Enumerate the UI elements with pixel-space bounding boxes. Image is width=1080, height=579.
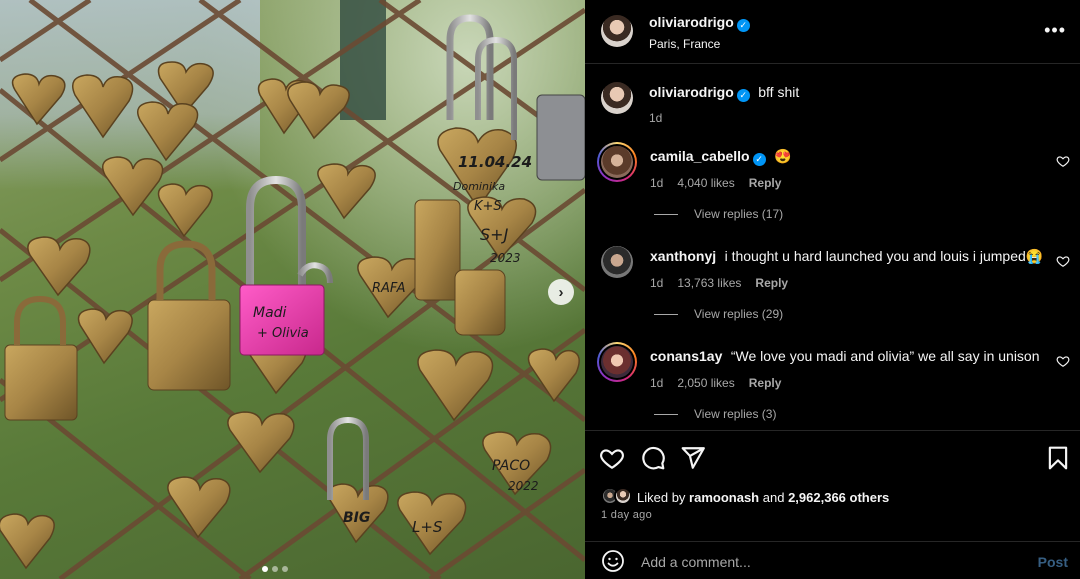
comment-icon[interactable] — [640, 445, 666, 471]
comment-text: “We love you madi and olivia” we all say… — [730, 348, 1040, 364]
comment-time: 1d — [650, 376, 664, 390]
send-icon[interactable] — [680, 445, 706, 471]
comment-likes[interactable]: 2,050 likes — [677, 376, 734, 390]
lock-text-initials-2: S+J — [480, 225, 509, 244]
lock-text-initials-1: K+S — [474, 199, 502, 214]
lock-text-name: Dominika — [453, 180, 505, 193]
heart-icon[interactable] — [1056, 154, 1070, 168]
liker-avatar — [614, 487, 632, 505]
comment-body: conans1ay “We love you madi and olivia” … — [650, 348, 1040, 390]
post-photo[interactable]: Madi + Olivia 11.04.24 Dominika K+S S+J … — [0, 0, 585, 579]
love-locks-illustration: Madi + Olivia 11.04.24 Dominika K+S S+J … — [0, 0, 585, 579]
lock-text-big: BIG — [343, 510, 370, 526]
carousel-dots — [262, 566, 288, 572]
comment-username[interactable]: camila_cabello — [650, 148, 750, 164]
story-ring[interactable] — [597, 142, 637, 182]
carousel-dot-active — [262, 566, 268, 572]
comment-text: i thought u hard launched you and louis … — [724, 248, 1044, 264]
comment-username[interactable]: conans1ay — [650, 348, 722, 364]
comment-meta: 1d 13,763 likes Reply — [650, 276, 1043, 290]
heart-icon[interactable] — [599, 445, 625, 471]
emoji-icon[interactable] — [601, 549, 625, 573]
liked-by: Liked by ramoonash and 2,962,366 others — [601, 487, 889, 507]
pink-lock-text-2: + Olivia — [257, 326, 309, 341]
pink-lock-text-1: Madi — [253, 305, 287, 321]
author-username[interactable]: oliviarodrigo — [649, 14, 734, 30]
lock-text-year-2: 2022 — [508, 479, 539, 493]
more-options-button[interactable]: ••• — [1044, 20, 1066, 41]
comment-avatar — [601, 346, 633, 378]
liked-by-prefix: Liked by — [637, 489, 686, 505]
view-replies-button[interactable]: View replies (29) — [654, 307, 783, 321]
story-ring[interactable] — [597, 342, 637, 382]
carousel-dot — [282, 566, 288, 572]
liked-by-and: and — [762, 489, 785, 505]
comment-time: 1d — [650, 176, 664, 190]
replies-divider — [654, 313, 678, 315]
post-location[interactable]: Paris, France — [649, 37, 750, 51]
verified-badge-icon: ✓ — [752, 153, 766, 166]
verified-badge-icon: ✓ — [736, 89, 750, 102]
liker-avatars — [601, 487, 635, 507]
comment-meta: 1d 2,050 likes Reply — [650, 376, 1040, 390]
comment-likes[interactable]: 13,763 likes — [677, 276, 741, 290]
view-replies-label: View replies (3) — [694, 407, 777, 421]
liked-by-user[interactable]: ramoonash — [689, 490, 759, 505]
reply-button[interactable]: Reply — [749, 176, 782, 190]
replies-divider — [654, 213, 678, 215]
post-timestamp[interactable]: 1 day ago — [601, 509, 652, 521]
comment-time: 1d — [650, 276, 664, 290]
heart-icon[interactable] — [1056, 254, 1070, 268]
bookmark-icon[interactable] — [1045, 445, 1071, 471]
reply-button[interactable]: Reply — [755, 276, 788, 290]
caption-time: 1d — [649, 111, 663, 125]
carousel-dot — [272, 566, 278, 572]
lock-text-rafa: RAFA — [372, 281, 406, 296]
caption-body: oliviarodrigo ✓ bff shit 1d — [649, 84, 799, 125]
comment-avatar — [601, 146, 633, 178]
verified-badge-icon: ✓ — [736, 19, 750, 32]
comment-body: xanthonyj i thought u hard launched you … — [650, 248, 1043, 290]
liked-by-others[interactable]: 2,962,366 others — [788, 490, 889, 505]
post-header: oliviarodrigo ✓ Paris, France ••• — [585, 0, 1080, 64]
comment-body: camila_cabello ✓ 😍 1d 4,040 likes Reply — [650, 148, 792, 190]
caption-text: bff shit — [758, 84, 800, 100]
replies-divider — [654, 413, 678, 415]
caption-username[interactable]: oliviarodrigo — [649, 84, 734, 100]
comment-input[interactable] — [641, 554, 1021, 570]
heart-icon[interactable] — [1056, 354, 1070, 368]
post-comment-button[interactable]: Post — [1038, 554, 1068, 570]
comment-text: 😍 — [774, 148, 792, 164]
author-info: oliviarodrigo ✓ Paris, France — [649, 14, 750, 51]
comment-meta: 1d 4,040 likes Reply — [650, 176, 792, 190]
comment-composer: Post — [585, 541, 1080, 579]
comment-username[interactable]: xanthonyj — [650, 248, 716, 264]
comment-avatar[interactable] — [601, 246, 633, 278]
next-slide-button[interactable]: › — [548, 279, 574, 305]
view-replies-label: View replies (29) — [694, 307, 784, 321]
lock-text-paco: PACO — [492, 458, 530, 474]
reply-button[interactable]: Reply — [749, 376, 782, 390]
post-actions: Liked by ramoonash and 2,962,366 others … — [585, 430, 1080, 536]
lock-text-initials-3: L+S — [412, 518, 443, 536]
view-replies-button[interactable]: View replies (17) — [654, 207, 783, 221]
post-side-panel: oliviarodrigo ✓ Paris, France ••• oliviar… — [585, 0, 1080, 579]
lock-text-year-1: 2023 — [490, 251, 521, 265]
caption-avatar[interactable] — [601, 82, 633, 114]
author-avatar[interactable] — [601, 15, 633, 47]
comment-likes[interactable]: 4,040 likes — [677, 176, 734, 190]
view-replies-label: View replies (17) — [694, 207, 784, 221]
more-horizontal-icon: ••• — [1044, 20, 1066, 40]
lock-text-date: 11.04.24 — [458, 153, 532, 171]
view-replies-button[interactable]: View replies (3) — [654, 407, 776, 421]
chevron-right-icon: › — [558, 283, 564, 301]
